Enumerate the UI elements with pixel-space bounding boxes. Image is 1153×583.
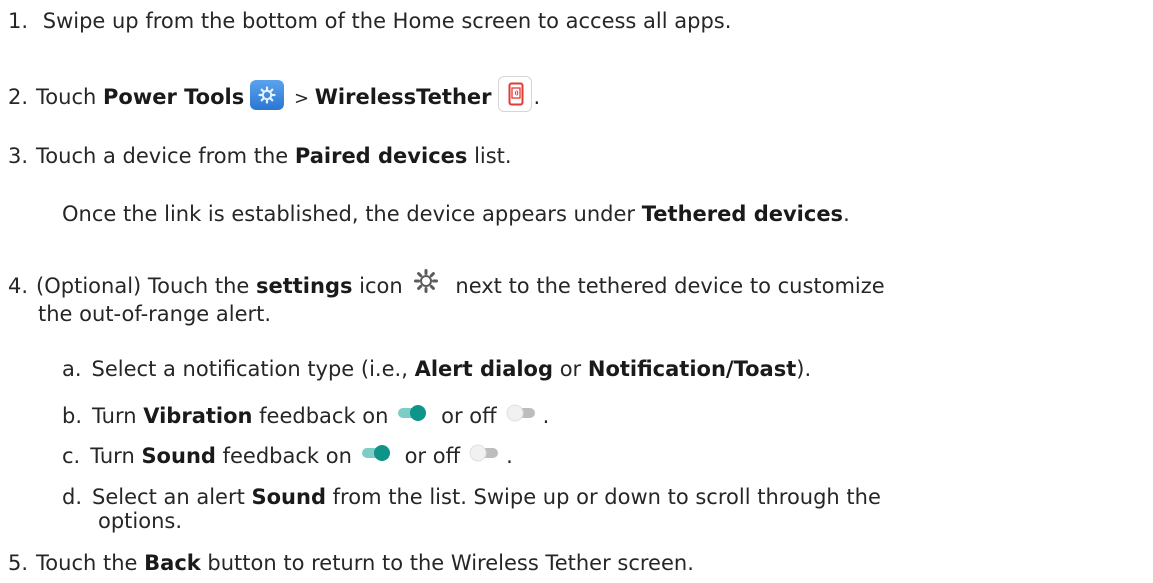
step-number: 5. bbox=[8, 551, 29, 575]
substep-text: Turn bbox=[92, 404, 144, 428]
substep-c: c. Turn Sound feedback on or off. bbox=[62, 443, 513, 470]
step-5: 5. Touch the Back button to return to the… bbox=[8, 550, 694, 576]
step-number: 4. bbox=[8, 274, 29, 298]
substep-text-mid2: or off bbox=[397, 444, 461, 468]
substep-letter: b. bbox=[62, 404, 83, 428]
substep-text-mid: or bbox=[553, 357, 588, 381]
note-text: Once the link is established, the device… bbox=[62, 202, 642, 226]
substep-a: a. Select a notification type (i.e., Aler… bbox=[62, 356, 811, 382]
substep-letter: c. bbox=[62, 444, 81, 468]
alert-dialog-label: Alert dialog bbox=[414, 357, 554, 381]
toggle-on-icon[interactable] bbox=[396, 402, 428, 428]
step-text-continued: the out-of-range alert. bbox=[38, 302, 272, 326]
breadcrumb-separator: > bbox=[288, 88, 315, 109]
vibration-label: Vibration bbox=[143, 404, 253, 428]
back-label: Back bbox=[144, 551, 201, 575]
step-text: Touch the bbox=[36, 551, 145, 575]
settings-label: settings bbox=[255, 274, 353, 298]
substep-text-mid: feedback on bbox=[215, 444, 352, 468]
substep-text-end: . bbox=[506, 444, 513, 468]
substep-text: Turn bbox=[90, 444, 142, 468]
tethered-devices-label: Tethered devices bbox=[641, 202, 844, 226]
step-text-end: next to the tethered device to customize bbox=[448, 274, 885, 298]
step-text-end: list. bbox=[467, 144, 512, 168]
step-3-note: Once the link is established, the device… bbox=[62, 201, 850, 227]
step-2: 2. Touch Power Tools > WirelessTether. bbox=[8, 76, 541, 116]
gear-icon[interactable] bbox=[413, 268, 439, 300]
step-text-mid: icon bbox=[352, 274, 403, 298]
substep-text-end: ). bbox=[796, 357, 812, 381]
step-text-end: button to return to the Wireless Tether … bbox=[200, 551, 694, 575]
step-text: Swipe up from the bottom of the Home scr… bbox=[42, 9, 732, 33]
step-4-line-2: the out-of-range alert. bbox=[38, 301, 271, 327]
step-text: (Optional) Touch the bbox=[36, 274, 256, 298]
paired-devices-label: Paired devices bbox=[294, 144, 468, 168]
wireless-tether-label: WirelessTether bbox=[314, 85, 492, 109]
note-end: . bbox=[843, 202, 850, 226]
step-end: . bbox=[533, 85, 541, 109]
substep-text-mid: feedback on bbox=[252, 404, 389, 428]
step-3: 3. Touch a device from the Paired devices… bbox=[8, 143, 512, 169]
step-text: Touch a device from the bbox=[36, 144, 295, 168]
toggle-off-icon[interactable] bbox=[468, 442, 500, 468]
sound-label: Sound bbox=[251, 485, 326, 509]
substep-text: Select an alert bbox=[92, 485, 252, 509]
step-number: 3. bbox=[8, 144, 29, 168]
substep-text-mid2: or off bbox=[434, 404, 497, 428]
power-tools-app-icon[interactable] bbox=[250, 80, 285, 110]
step-number: 2. bbox=[8, 85, 29, 109]
substep-text: Select a notification type (i.e., bbox=[91, 357, 415, 381]
substep-b: b. Turn Vibration feedback on or off. bbox=[62, 403, 549, 430]
substep-text-end: . bbox=[542, 404, 550, 428]
substep-text-continued: options. bbox=[98, 509, 183, 533]
sound-label: Sound bbox=[141, 444, 216, 468]
substep-letter: a. bbox=[62, 357, 82, 381]
toggle-on-icon[interactable] bbox=[360, 442, 392, 468]
substep-d: d. Select an alert Sound from the list. S… bbox=[62, 484, 881, 510]
wireless-tether-app-icon[interactable] bbox=[497, 76, 532, 112]
substep-d-line-2: options. bbox=[98, 508, 182, 534]
step-1: 1. Swipe up from the bottom of the Home … bbox=[8, 8, 731, 34]
substep-letter: d. bbox=[62, 485, 83, 509]
step-text: Touch bbox=[36, 85, 103, 109]
notification-toast-label: Notification/Toast bbox=[587, 357, 797, 381]
step-number: 1. bbox=[8, 9, 29, 33]
substep-text-end: from the list. Swipe up or down to scrol… bbox=[325, 485, 881, 509]
step-4: 4. (Optional) Touch the settings icon nex… bbox=[8, 268, 885, 303]
power-tools-label: Power Tools bbox=[103, 85, 245, 109]
toggle-off-icon[interactable] bbox=[505, 402, 537, 428]
